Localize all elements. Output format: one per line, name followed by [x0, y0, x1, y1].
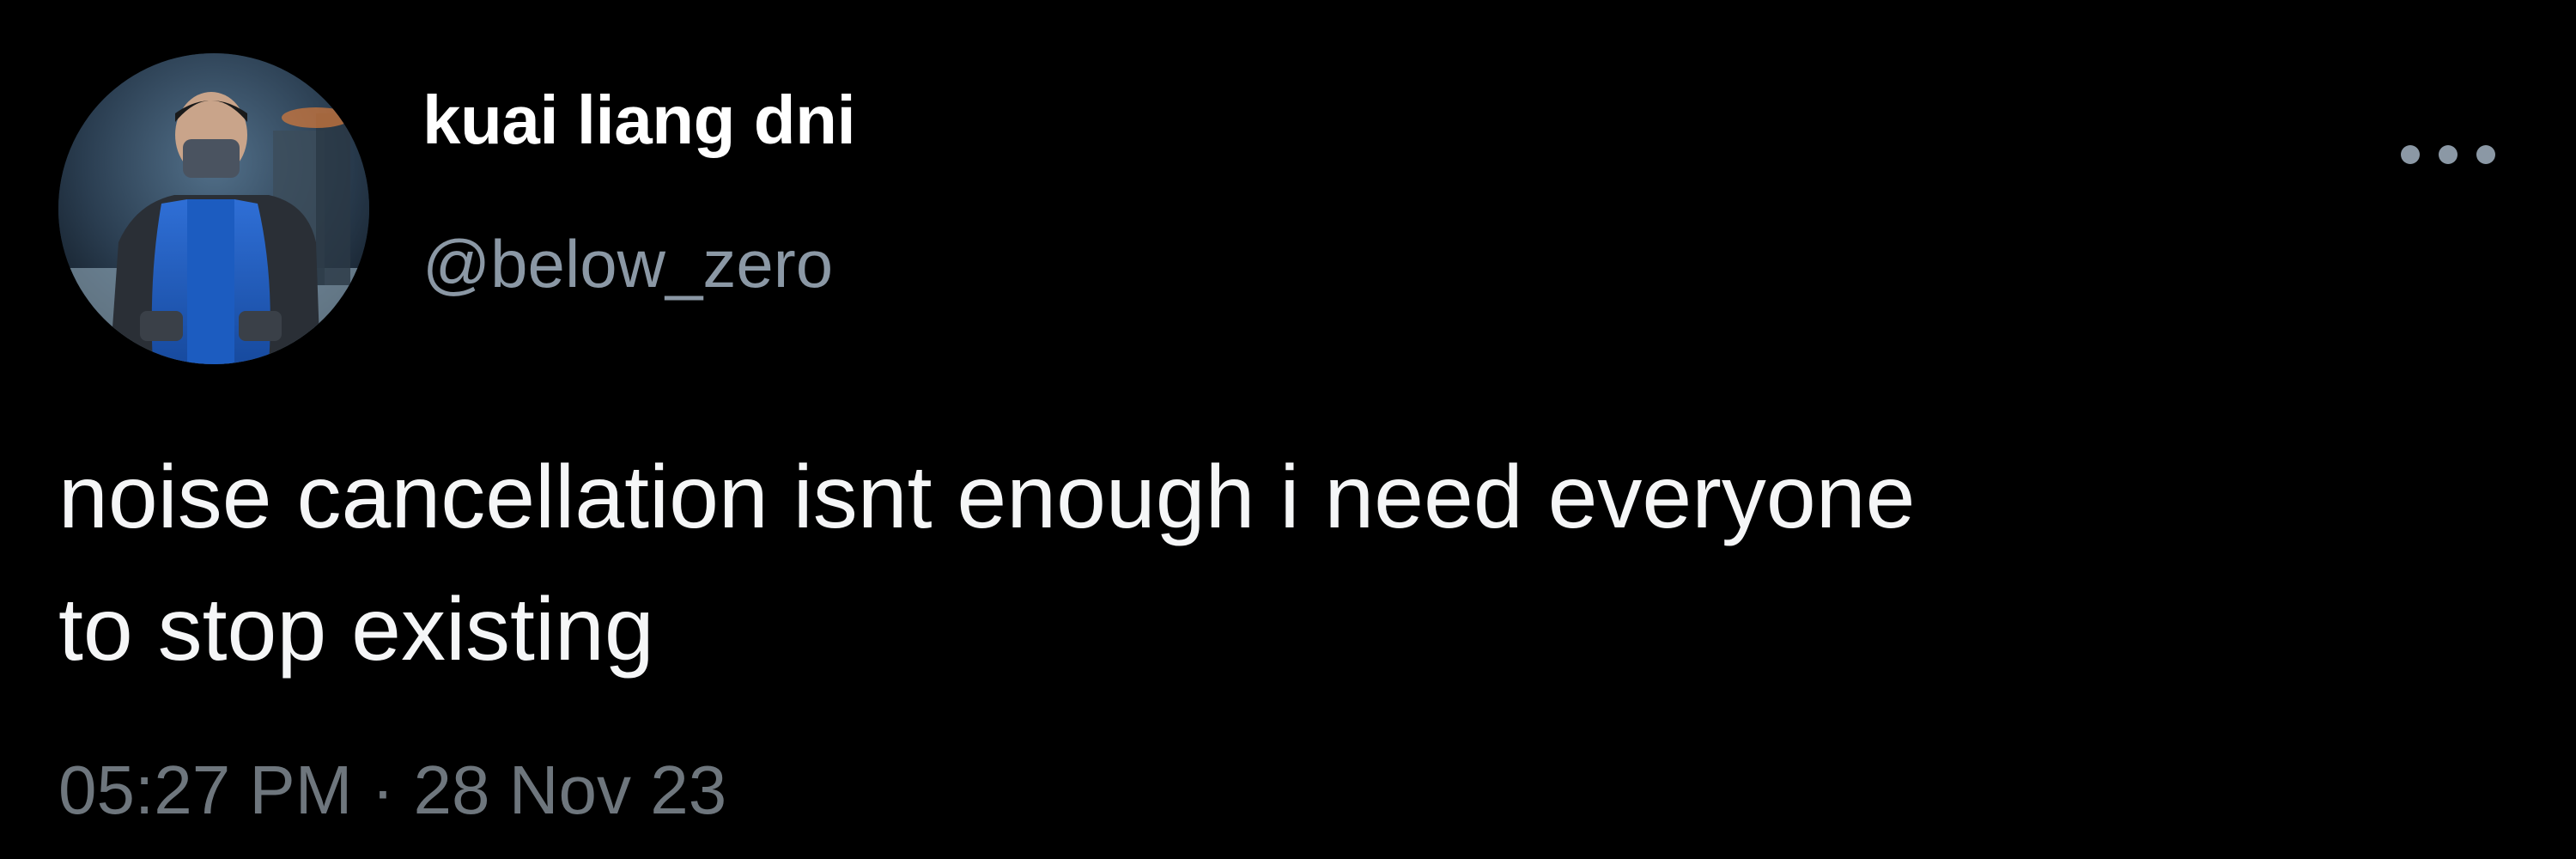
more-dot [2401, 145, 2420, 164]
more-dot [2476, 145, 2495, 164]
avatar-image [58, 53, 369, 364]
display-name[interactable]: kuai liang dni [422, 86, 856, 155]
user-handle[interactable]: @below_zero [422, 230, 833, 297]
more-horizontal-icon [2401, 145, 2495, 164]
more-options-button[interactable] [2401, 137, 2495, 172]
avatar[interactable] [58, 53, 369, 364]
tweet-timestamp[interactable]: 05:27 PM · 28 Nov 23 [58, 756, 726, 825]
tweet-text: noise cancellation isnt enough i need ev… [58, 448, 1916, 679]
tweet-card: kuai liang dni @below_zero noise cancell… [0, 0, 2576, 859]
more-dot [2439, 145, 2458, 164]
